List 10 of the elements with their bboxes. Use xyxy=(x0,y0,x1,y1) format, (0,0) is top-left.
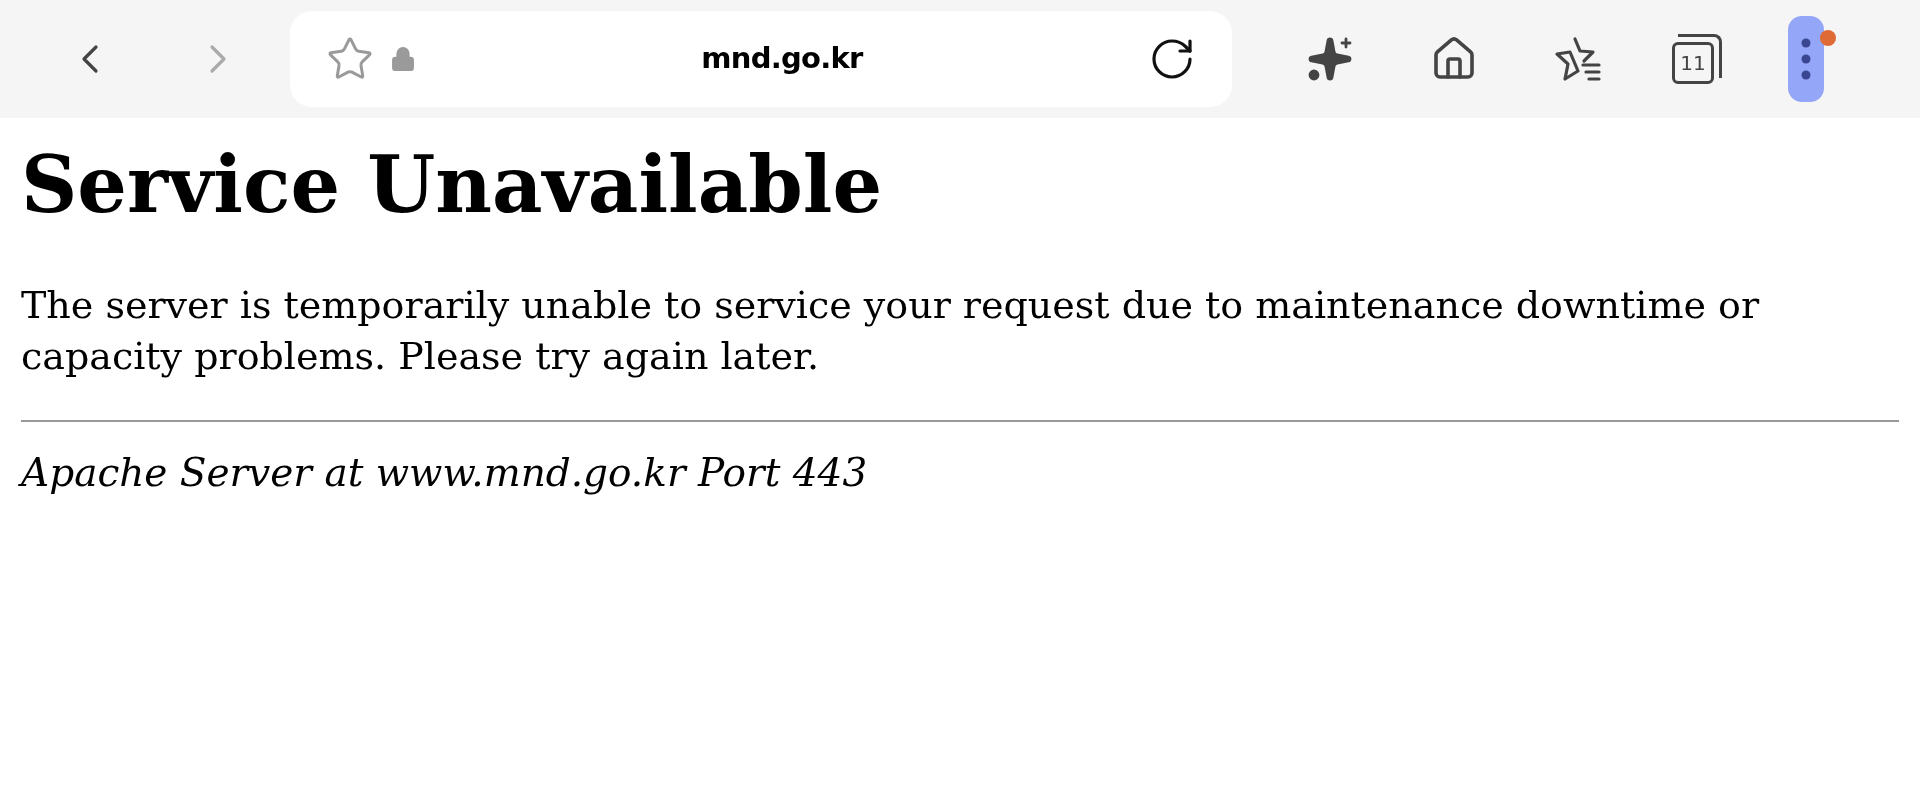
address-bar[interactable]: mnd.go.kr xyxy=(290,11,1232,107)
tabs-button[interactable]: 11 xyxy=(1672,34,1722,84)
tab-count: 11 xyxy=(1672,42,1714,84)
sparkle-icon xyxy=(1306,35,1354,83)
menu-button[interactable] xyxy=(1788,16,1824,102)
more-vertical-icon xyxy=(1801,38,1811,80)
error-message: The server is temporarily unable to service your request due to maintenance downtime or capacity problems. Please try again later. xyxy=(21,281,1761,380)
url-text: mnd.go.kr xyxy=(701,40,863,78)
page-heading: Service Unavailable xyxy=(21,138,883,232)
lock-icon xyxy=(390,46,416,72)
